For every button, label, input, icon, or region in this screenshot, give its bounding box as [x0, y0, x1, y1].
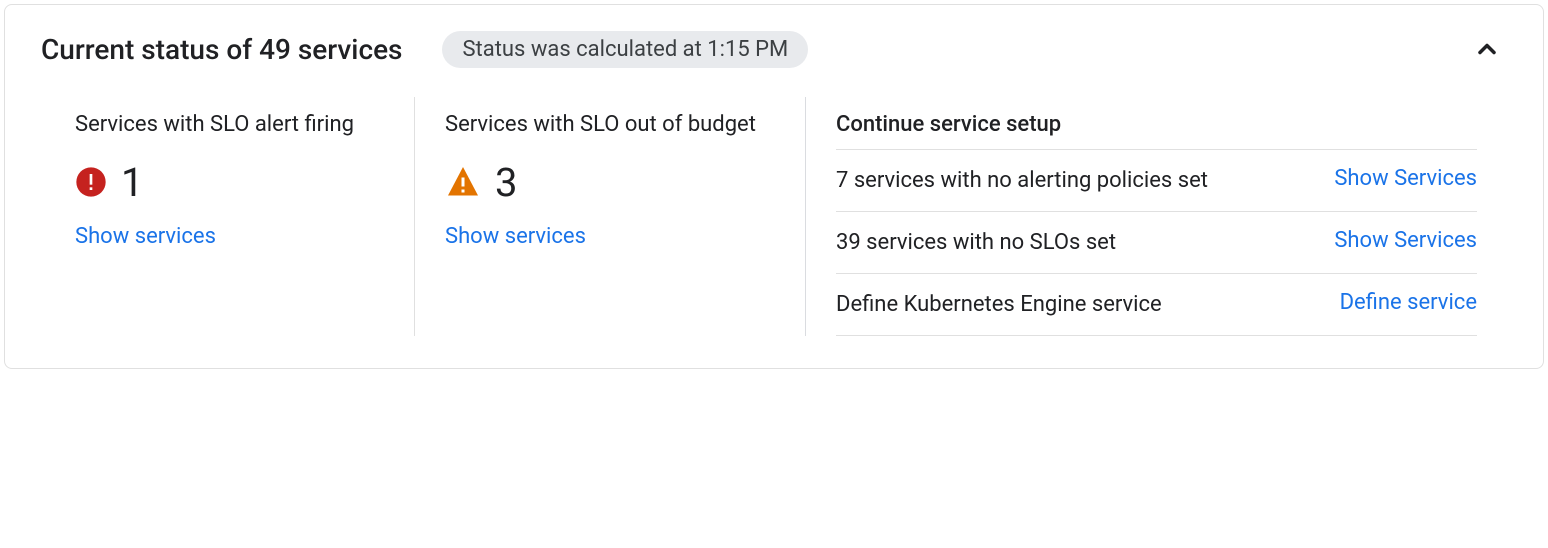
- alert-firing-count-row: 1: [75, 159, 384, 206]
- alert-firing-count: 1: [121, 159, 143, 206]
- alert-firing-title: Services with SLO alert firing: [75, 109, 384, 141]
- out-of-budget-panel: Services with SLO out of budget 3 Show s…: [415, 97, 805, 336]
- chevron-up-icon: [1473, 35, 1501, 63]
- setup-row-text: 7 services with no alerting policies set: [836, 164, 1314, 197]
- out-of-budget-count-row: 3: [445, 159, 775, 206]
- setup-row-link[interactable]: Define service: [1340, 288, 1477, 315]
- warning-icon: [445, 164, 481, 200]
- status-columns: Services with SLO alert firing 1 Show se…: [41, 97, 1507, 336]
- error-icon: [75, 166, 107, 198]
- setup-row: 7 services with no alerting policies set…: [836, 149, 1477, 211]
- setup-row-text: 39 services with no SLOs set: [836, 226, 1314, 259]
- out-of-budget-show-link[interactable]: Show services: [445, 224, 586, 249]
- setup-row: Define Kubernetes Engine service Define …: [836, 273, 1477, 336]
- status-card: Current status of 49 services Status was…: [4, 4, 1544, 369]
- alert-firing-show-link[interactable]: Show services: [75, 224, 216, 249]
- card-title: Current status of 49 services: [41, 33, 402, 66]
- out-of-budget-title: Services with SLO out of budget: [445, 109, 775, 141]
- alert-firing-panel: Services with SLO alert firing 1 Show se…: [75, 97, 415, 336]
- continue-setup-panel: Continue service setup 7 services with n…: [805, 97, 1507, 336]
- setup-row: 39 services with no SLOs set Show Servic…: [836, 211, 1477, 273]
- setup-row-link[interactable]: Show Services: [1334, 164, 1477, 191]
- status-timestamp-chip: Status was calculated at 1:15 PM: [442, 31, 808, 68]
- collapse-button[interactable]: [1467, 29, 1507, 69]
- card-header: Current status of 49 services Status was…: [41, 29, 1507, 69]
- continue-setup-title: Continue service setup: [836, 97, 1477, 141]
- out-of-budget-count: 3: [495, 159, 517, 206]
- setup-row-text: Define Kubernetes Engine service: [836, 288, 1320, 321]
- setup-row-link[interactable]: Show Services: [1334, 226, 1477, 253]
